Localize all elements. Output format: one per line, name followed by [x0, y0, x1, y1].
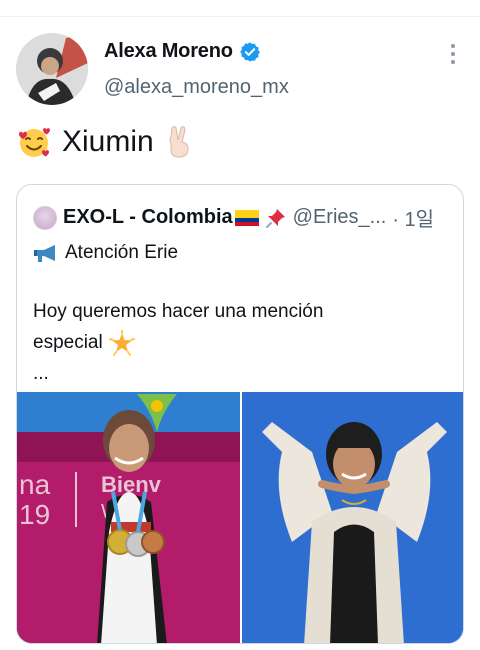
quoted-line-1: Atención Erie — [33, 237, 453, 268]
quoted-line-4: ... — [33, 358, 453, 389]
more-options-icon[interactable] — [446, 44, 460, 64]
quoted-media-grid: na 19 Bienv W — [17, 392, 463, 643]
megaphone-icon — [34, 244, 55, 262]
quoted-tweet-card[interactable]: EXO-L - Colombia @Eries_... · 1일 Atenció… — [16, 184, 464, 644]
quoted-text-line-3: especial — [33, 332, 103, 353]
tweet-text-word: Xiumin — [62, 125, 154, 158]
smiling-face-with-hearts-icon — [19, 128, 50, 157]
quoted-tweet-body: Atención Erie Hoy queremos hacer una men… — [33, 237, 453, 389]
avatar[interactable] — [16, 33, 88, 105]
author-name-row[interactable]: Alexa Moreno — [104, 40, 261, 63]
photo-athlete-medals: na 19 Bienv W — [17, 392, 240, 643]
avatar-image — [16, 33, 88, 105]
quoted-photo-right[interactable] — [242, 392, 463, 643]
tweet-text: Xiumin — [16, 124, 194, 160]
quoted-line-2: Hoy queremos hacer una mención — [33, 296, 453, 327]
quoted-tweet-time[interactable]: · 1일 — [392, 203, 434, 232]
quoted-tweet-header: EXO-L - Colombia @Eries_... · 1일 — [33, 203, 434, 232]
quoted-text-line-2: Hoy queremos hacer una mención — [33, 301, 324, 322]
glowing-star-icon — [108, 329, 135, 356]
victory-hand-icon — [169, 126, 189, 158]
quoted-text-line-4: ... — [33, 363, 49, 384]
colombia-flag-icon — [234, 209, 259, 226]
quoted-photo-left[interactable]: na 19 Bienv W — [17, 392, 240, 643]
quoted-text-line-1: Atención Erie — [65, 242, 179, 263]
author-handle[interactable]: @alexa_moreno_mx — [104, 76, 289, 99]
author-display-name[interactable]: Alexa Moreno — [104, 40, 233, 63]
sign-text-19: 19 — [19, 499, 50, 530]
sign-text-na: na — [19, 469, 51, 500]
verified-badge-icon — [239, 41, 260, 62]
top-divider — [0, 16, 480, 17]
quoted-author-handle[interactable]: @Eries_... — [293, 206, 387, 229]
pushpin-icon — [265, 208, 285, 228]
quoted-line-3: especial — [33, 327, 453, 358]
quoted-author-name[interactable]: EXO-L - Colombia — [63, 206, 233, 229]
photo-athlete-pose — [242, 392, 463, 643]
quoted-author-avatar[interactable] — [33, 205, 57, 230]
